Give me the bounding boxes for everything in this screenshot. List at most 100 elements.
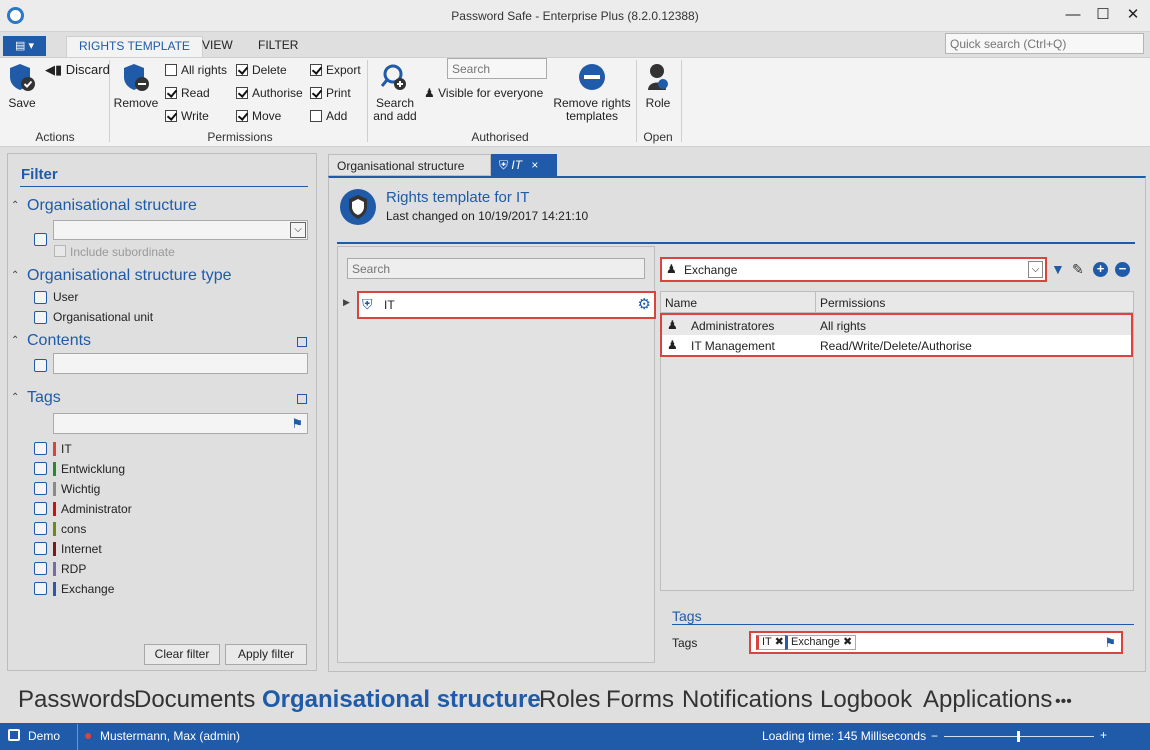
contents-option-box[interactable]: [297, 337, 307, 347]
tag-chip-it[interactable]: IT ✖: [756, 635, 788, 650]
tag-chip-exchange[interactable]: Exchange ✖: [785, 635, 857, 650]
remove-circle-icon[interactable]: −: [1115, 262, 1130, 277]
write-checkbox[interactable]: Write: [165, 109, 209, 123]
tab-view[interactable]: VIEW: [190, 36, 245, 57]
role-button[interactable]: Role: [640, 97, 676, 110]
module-forms[interactable]: Forms: [606, 686, 674, 714]
zoom-in-button[interactable]: +: [1100, 728, 1107, 742]
collapse-arrow-icon[interactable]: ⌃: [11, 270, 19, 281]
tag-checkbox[interactable]: [34, 542, 47, 555]
collapse-arrow-icon[interactable]: ⌃: [11, 392, 19, 403]
print-checkbox[interactable]: Print: [310, 86, 351, 100]
collapse-arrow-icon[interactable]: ⌃: [11, 200, 19, 211]
ribbon-separator: [109, 60, 110, 142]
move-checkbox[interactable]: Move: [236, 109, 281, 123]
app-menu-button[interactable]: ▤ ▾: [3, 36, 46, 56]
table-row[interactable]: ♟ IT Management Read/Write/Delete/Author…: [662, 335, 1131, 355]
tag-color-marker: [53, 542, 56, 556]
maximize-button[interactable]: ☐: [1088, 4, 1118, 26]
tag-checkbox[interactable]: [34, 582, 47, 595]
tags-input[interactable]: ⚑: [53, 413, 308, 434]
module-logbook[interactable]: Logbook: [820, 686, 912, 714]
filter-title: Filter: [21, 166, 58, 183]
gear-icon[interactable]: ⚙: [638, 295, 651, 313]
contents-input[interactable]: [53, 353, 308, 374]
filter-icon[interactable]: ▼: [1051, 261, 1065, 277]
user-type-checkbox[interactable]: [34, 291, 47, 304]
remove-tag-icon[interactable]: ✖: [843, 636, 852, 648]
read-checkbox[interactable]: Read: [165, 86, 210, 100]
quick-search-input[interactable]: [945, 33, 1144, 54]
exchange-dropdown[interactable]: ♟ Exchange ⌵: [660, 257, 1047, 282]
tag-checkbox[interactable]: [34, 462, 47, 475]
status-divider: [77, 724, 78, 750]
tree-item-it[interactable]: ⛨ IT ⚙: [357, 291, 656, 319]
tag-checkbox[interactable]: [34, 522, 47, 535]
checkbox-icon: [236, 110, 248, 122]
discard-button[interactable]: ◀▮ Discard: [45, 62, 110, 78]
org-structure-section: Organisational structure: [27, 197, 197, 214]
export-checkbox[interactable]: Export: [310, 63, 361, 77]
module-documents[interactable]: Documents: [134, 686, 255, 714]
tags-editor[interactable]: IT ✖ Exchange ✖ ⚑: [749, 631, 1123, 654]
org-structure-select[interactable]: ⌵: [53, 220, 308, 240]
expand-arrow-icon[interactable]: ▶: [343, 297, 350, 308]
column-header-name[interactable]: Name: [665, 296, 697, 310]
zoom-out-button[interactable]: −: [931, 729, 938, 743]
tab-it[interactable]: ⛨ IT ×: [491, 154, 557, 176]
add-checkbox[interactable]: Add: [310, 109, 347, 123]
tree-search-input[interactable]: [347, 258, 645, 279]
remove-tag-icon[interactable]: ✖: [775, 636, 784, 648]
module-organisational-structure[interactable]: Organisational structure: [262, 686, 541, 714]
apply-filter-button[interactable]: Apply filter: [225, 644, 307, 665]
column-header-permissions[interactable]: Permissions: [820, 296, 885, 310]
tab-rights-template[interactable]: RIGHTS TEMPLATE: [66, 36, 203, 57]
collapse-arrow-icon[interactable]: ⌃: [11, 335, 19, 346]
module-applications[interactable]: Applications: [923, 686, 1052, 714]
checkbox-label: Move: [252, 109, 282, 123]
delete-checkbox[interactable]: Delete: [236, 63, 287, 77]
save-shield-icon: [10, 64, 35, 91]
tag-checkbox[interactable]: [34, 562, 47, 575]
table-row[interactable]: ♟ Administratores All rights: [662, 315, 1131, 335]
checkbox-label: Export: [326, 63, 361, 77]
ribbon-separator: [681, 60, 682, 142]
org-structure-checkbox[interactable]: [34, 233, 47, 246]
module-roles[interactable]: Roles: [539, 686, 600, 714]
column-divider: [815, 292, 816, 313]
minimize-button[interactable]: —: [1058, 4, 1088, 26]
tags-section-title: Tags: [672, 608, 702, 624]
zoom-slider-thumb[interactable]: [1017, 731, 1020, 742]
authorise-checkbox[interactable]: Authorise: [236, 86, 303, 100]
org-unit-type-checkbox[interactable]: [34, 311, 47, 324]
more-modules-button[interactable]: •••: [1055, 693, 1072, 711]
tab-organisational-structure[interactable]: Organisational structure: [328, 154, 491, 176]
database-name: Demo: [28, 729, 61, 743]
remove-button[interactable]: Remove: [113, 97, 159, 110]
close-icon[interactable]: ×: [531, 158, 538, 172]
tag-checkbox[interactable]: [34, 442, 47, 455]
tags-option-box[interactable]: [297, 394, 307, 404]
include-subordinate-checkbox[interactable]: [54, 245, 66, 257]
module-notifications[interactable]: Notifications: [682, 686, 813, 714]
visible-for-everyone-toggle[interactable]: ♟ Visible for everyone: [424, 86, 543, 100]
close-button[interactable]: ✕: [1118, 4, 1148, 26]
authorised-search-input[interactable]: [447, 58, 547, 79]
tag-label: Exchange: [61, 582, 115, 596]
discard-label: Discard: [65, 62, 110, 77]
clear-filter-button[interactable]: Clear filter: [144, 644, 220, 665]
remove-rights-templates-button[interactable]: Remove rights templates: [552, 97, 632, 123]
save-button[interactable]: Save: [6, 97, 38, 110]
contents-checkbox[interactable]: [34, 359, 47, 372]
all-rights-checkbox[interactable]: All rights: [165, 63, 227, 77]
module-passwords[interactable]: Passwords: [18, 686, 135, 714]
user-group-icon: ♟: [666, 262, 677, 276]
user-icon: ♟: [667, 318, 678, 332]
add-circle-icon[interactable]: +: [1093, 262, 1108, 277]
tab-filter[interactable]: FILTER: [246, 36, 310, 57]
tag-checkbox[interactable]: [34, 502, 47, 515]
search-and-add-button[interactable]: Search and add: [370, 97, 420, 123]
loading-time: Loading time: 145 Milliseconds: [762, 729, 927, 743]
tag-checkbox[interactable]: [34, 482, 47, 495]
edit-pencil-icon[interactable]: ✎: [1072, 261, 1084, 278]
